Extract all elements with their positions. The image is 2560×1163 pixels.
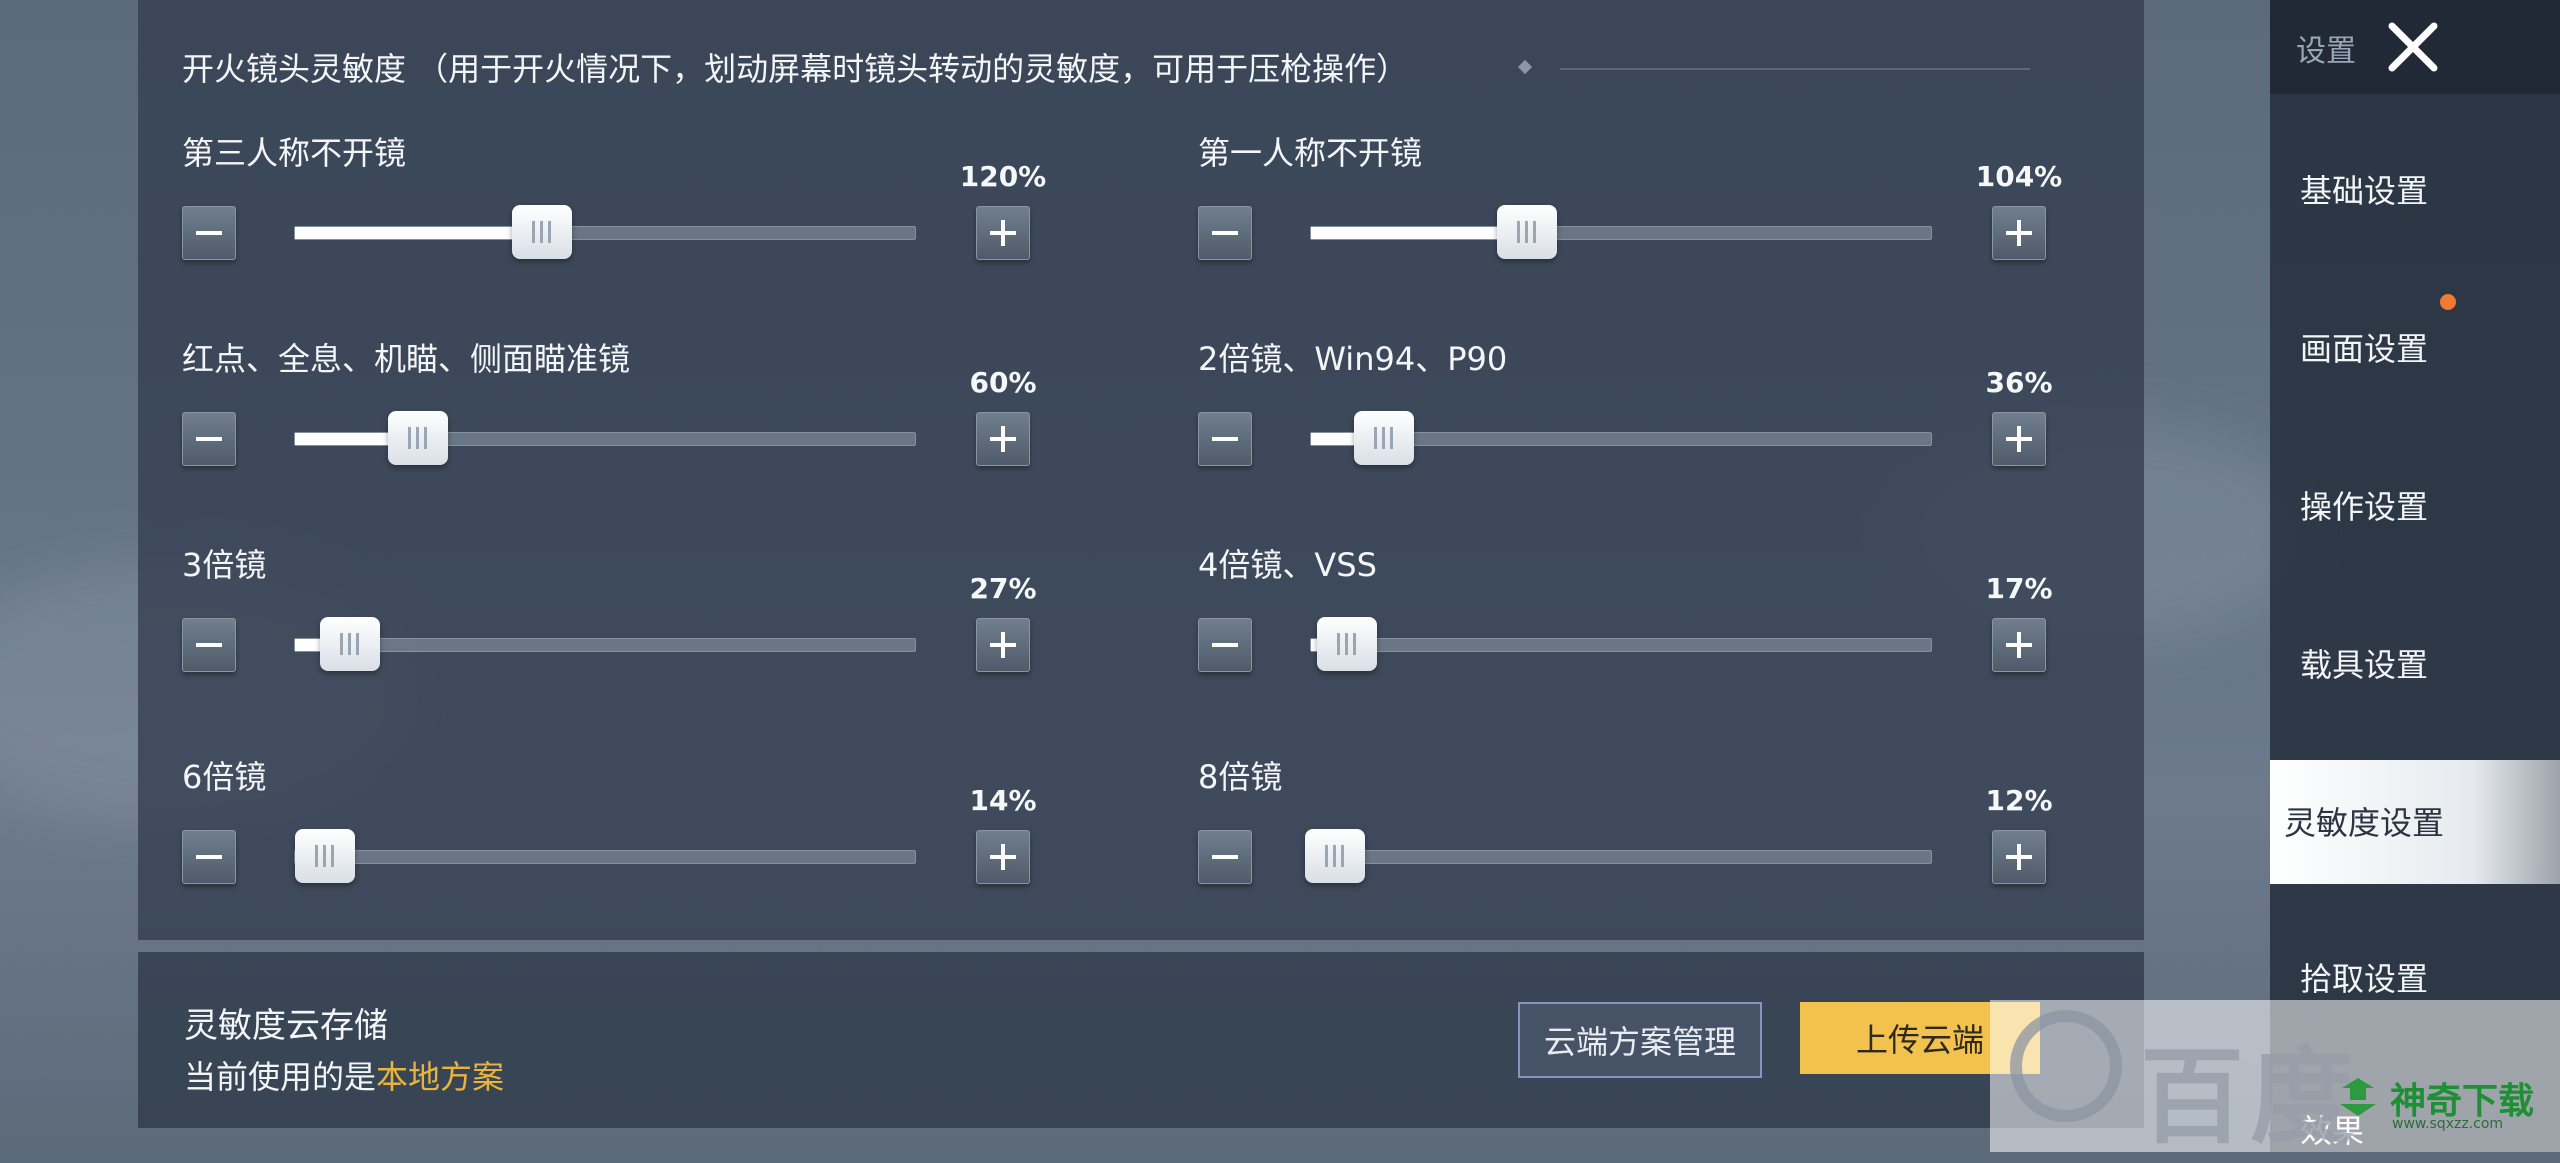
- sensitivity-panel: [138, 0, 2144, 940]
- cloud-storage-title: 灵敏度云存储: [184, 1006, 388, 1046]
- slider-percent: 36%: [1985, 366, 2053, 399]
- slider-track[interactable]: [294, 850, 916, 864]
- slider-percent: 120%: [959, 160, 1047, 193]
- cloud-scheme-manage-button[interactable]: 云端方案管理: [1518, 1002, 1762, 1078]
- minus-icon: [196, 643, 222, 647]
- decrease-button[interactable]: [1198, 412, 1252, 466]
- sidebar-item[interactable]: 画面设置: [2300, 324, 2428, 370]
- slider-track[interactable]: [1310, 850, 1932, 864]
- close-button[interactable]: [2380, 14, 2446, 80]
- watermark-logo-icon: [2010, 1010, 2122, 1122]
- slider-percent: 17%: [1985, 572, 2053, 605]
- close-icon: [2388, 22, 2438, 72]
- increase-button[interactable]: [976, 206, 1030, 260]
- minus-icon: [196, 855, 222, 859]
- slider-percent: 12%: [1985, 784, 2053, 817]
- sidebar-item[interactable]: 基础设置: [2300, 166, 2428, 212]
- watermark-brand: 百度: [2140, 1036, 2361, 1158]
- increase-button[interactable]: [1992, 206, 2046, 260]
- slider-thumb[interactable]: [512, 205, 572, 259]
- slider-thumb[interactable]: [1354, 411, 1415, 465]
- sidebar-item[interactable]: 拾取设置: [2300, 954, 2428, 1000]
- slider-percent: 60%: [969, 366, 1037, 399]
- slider-label: 4倍镜、VSS: [1198, 546, 1377, 584]
- slider-track[interactable]: [294, 226, 916, 240]
- title-divider: [1560, 68, 2030, 70]
- slider-label: 6倍镜: [182, 758, 267, 796]
- increase-button[interactable]: [1992, 618, 2046, 672]
- current-scheme-value: 本地方案: [376, 1058, 505, 1096]
- slider-track[interactable]: [1310, 226, 1932, 240]
- section-title: 开火镜头灵敏度 （用于开火情况下，划动屏幕时镜头转动的灵敏度，可用于压枪操作）: [182, 50, 1409, 88]
- minus-icon: [196, 437, 222, 441]
- slider-label: 2倍镜、Win94、P90: [1198, 340, 1508, 378]
- slider-percent: 14%: [969, 784, 1037, 817]
- increase-button[interactable]: [976, 412, 1030, 466]
- minus-icon: [1212, 643, 1238, 647]
- download-logo-icon: [2336, 1074, 2380, 1118]
- notification-dot: [2440, 294, 2456, 310]
- sidebar-item[interactable]: 灵敏度设置: [2284, 798, 2444, 844]
- slider-track[interactable]: [1310, 638, 1932, 652]
- slider-fill: [295, 227, 543, 239]
- slider-thumb[interactable]: [295, 829, 355, 883]
- minus-icon: [1212, 231, 1238, 235]
- slider-percent: 27%: [969, 572, 1037, 605]
- slider-percent: 104%: [1975, 160, 2063, 193]
- sidebar-item[interactable]: 操作设置: [2300, 482, 2428, 528]
- slider-label: 第一人称不开镜: [1198, 134, 1423, 172]
- minus-icon: [196, 231, 222, 235]
- current-scheme-prefix: 当前使用的是: [184, 1058, 377, 1096]
- increase-button[interactable]: [1992, 830, 2046, 884]
- decrease-button[interactable]: [1198, 206, 1252, 260]
- sidebar-item[interactable]: 载具设置: [2300, 640, 2428, 686]
- minus-icon: [1212, 437, 1238, 441]
- slider-thumb[interactable]: [1304, 829, 1365, 883]
- slider-thumb[interactable]: [1317, 617, 1378, 671]
- slider-track[interactable]: [294, 638, 916, 652]
- slider-thumb[interactable]: [1497, 205, 1557, 259]
- decrease-button[interactable]: [182, 830, 236, 884]
- current-scheme-text: 当前使用的是本地方案: [184, 1052, 504, 1098]
- minus-icon: [1212, 855, 1238, 859]
- decrease-button[interactable]: [182, 206, 236, 260]
- decrease-button[interactable]: [182, 412, 236, 466]
- decrease-button[interactable]: [1198, 830, 1252, 884]
- increase-button[interactable]: [976, 830, 1030, 884]
- slider-label: 第三人称不开镜: [182, 134, 407, 172]
- decrease-button[interactable]: [1198, 618, 1252, 672]
- slider-label: 8倍镜: [1198, 758, 1283, 796]
- slider-thumb[interactable]: [319, 617, 380, 671]
- watermark-url: www.sqxzz.com: [2392, 1116, 2504, 1132]
- slider-label: 3倍镜: [182, 546, 267, 584]
- slider-label: 红点、全息、机瞄、侧面瞄准镜: [182, 340, 631, 378]
- decrease-button[interactable]: [182, 618, 236, 672]
- slider-thumb[interactable]: [388, 411, 448, 465]
- slider-fill: [1311, 227, 1528, 239]
- increase-button[interactable]: [976, 618, 1030, 672]
- increase-button[interactable]: [1992, 412, 2046, 466]
- sidebar-header-title: 设置: [2296, 34, 2356, 69]
